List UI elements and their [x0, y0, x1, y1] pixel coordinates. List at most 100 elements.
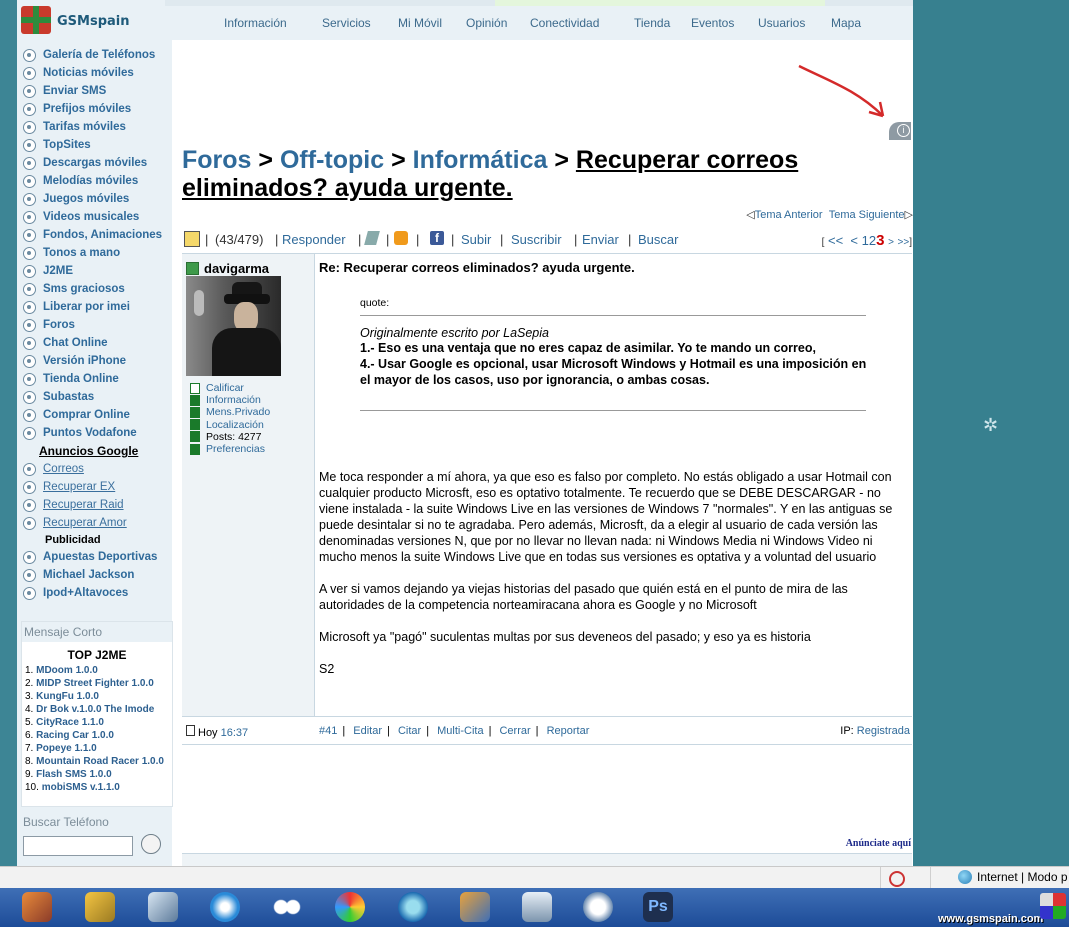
ad-link[interactable]: Correos: [23, 460, 162, 478]
next-thread-link[interactable]: Tema Siguiente: [829, 209, 905, 221]
sidebar-item[interactable]: Melodías móviles: [23, 172, 162, 190]
ad-link[interactable]: Recuperar Raid: [23, 496, 162, 514]
sidebar-item[interactable]: Galería de Teléfonos: [23, 46, 162, 64]
list-item[interactable]: 2. MIDP Street Fighter 1.0.0: [25, 677, 172, 690]
app-icon[interactable]: [22, 892, 52, 922]
breadcrumb-offtopic[interactable]: Off-topic: [280, 146, 384, 174]
list-item[interactable]: 7. Popeye 1.1.0: [25, 742, 172, 755]
suscribir-link[interactable]: Suscribir: [511, 232, 562, 247]
breadcrumb-foros[interactable]: Foros: [182, 146, 251, 174]
down-arrow-icon[interactable]: [184, 231, 200, 247]
editar-link[interactable]: Editar: [353, 725, 382, 737]
sidebar-item[interactable]: Noticias móviles: [23, 64, 162, 82]
ad-link[interactable]: Recuperar Amor: [23, 514, 162, 532]
rss-icon[interactable]: [394, 231, 408, 245]
multi-cita-link[interactable]: Multi-Cita: [437, 725, 483, 737]
buscar-link[interactable]: Buscar: [638, 232, 678, 247]
pen-icon[interactable]: [148, 892, 178, 922]
user-menu-preferencias[interactable]: Preferencias: [190, 443, 270, 455]
list-item[interactable]: 3. KungFu 1.0.0: [25, 690, 172, 703]
sidebar-item[interactable]: Comprar Online: [23, 406, 162, 424]
sidebar-item[interactable]: Puntos Vodafone: [23, 424, 162, 442]
page-next[interactable]: >: [888, 237, 894, 248]
prev-thread-link[interactable]: Tema Anterior: [755, 209, 823, 221]
ip-registrada-link[interactable]: Registrada: [857, 725, 910, 737]
sidebar-item[interactable]: Michael Jackson: [23, 566, 162, 584]
list-item[interactable]: 9. Flash SMS 1.0.0: [25, 768, 172, 781]
page-2[interactable]: 2: [869, 233, 876, 248]
cerrar-link[interactable]: Cerrar: [499, 725, 530, 737]
nav-mapa[interactable]: Mapa: [831, 16, 861, 30]
media-icon[interactable]: [460, 892, 490, 922]
nav-conectividad[interactable]: Conectividad: [530, 16, 599, 30]
sidebar-item[interactable]: Tienda Online: [23, 370, 162, 388]
nav-informacion[interactable]: Información: [224, 16, 287, 30]
sidebar-item[interactable]: Liberar por imei: [23, 298, 162, 316]
monitor-icon[interactable]: [522, 892, 552, 922]
phone-search-input[interactable]: [23, 836, 133, 856]
sidebar-item[interactable]: Sms graciosos: [23, 280, 162, 298]
post-number-link[interactable]: #41: [319, 725, 337, 737]
sidebar-item[interactable]: Apuestas Deportivas: [23, 548, 162, 566]
sidebar-item[interactable]: Fondos, Animaciones: [23, 226, 162, 244]
nav-mi-movil[interactable]: Mi Móvil: [398, 16, 442, 30]
nav-eventos[interactable]: Eventos: [691, 16, 734, 30]
sidebar-item[interactable]: Chat Online: [23, 334, 162, 352]
list-item[interactable]: 5. CityRace 1.1.0: [25, 716, 172, 729]
privacy-icon[interactable]: [889, 871, 905, 887]
user-menu-mens-privado[interactable]: Mens.Privado: [190, 406, 270, 418]
teamviewer-icon[interactable]: [210, 892, 240, 922]
paint-icon[interactable]: [335, 892, 365, 922]
page-prev[interactable]: <: [850, 233, 858, 248]
globe-icon[interactable]: [583, 892, 613, 922]
responder-link[interactable]: Responder: [282, 232, 346, 247]
breadcrumb-informatica[interactable]: Informática: [413, 146, 548, 174]
ad-link[interactable]: Recuperar EX: [23, 478, 162, 496]
security-zone[interactable]: Internet | Modo p: [958, 870, 1068, 884]
sidebar-item[interactable]: Prefijos móviles: [23, 100, 162, 118]
enviar-link[interactable]: Enviar: [582, 232, 619, 247]
author-name[interactable]: davigarma: [186, 261, 269, 276]
sidebar-item[interactable]: Videos musicales: [23, 208, 162, 226]
list-item[interactable]: 1. MDoom 1.0.0: [25, 664, 172, 677]
photoshop-icon[interactable]: Ps: [643, 892, 673, 922]
sidebar-item[interactable]: Juegos móviles: [23, 190, 162, 208]
sidebar-item[interactable]: TopSites: [23, 136, 162, 154]
list-item[interactable]: 10. mobiSMS v.1.1.0: [25, 781, 172, 794]
page-first[interactable]: <<: [828, 233, 843, 248]
user-menu-calificar[interactable]: Calificar: [190, 382, 270, 394]
nav-usuarios[interactable]: Usuarios: [758, 16, 805, 30]
sidebar-item[interactable]: Descargas móviles: [23, 154, 162, 172]
sidebar-item[interactable]: Foros: [23, 316, 162, 334]
list-item[interactable]: 4. Dr Bok v.1.0.0 The Imode: [25, 703, 172, 716]
mensaje-corto-title: Mensaje Corto: [22, 622, 172, 642]
sidebar-item[interactable]: Subastas: [23, 388, 162, 406]
sidebar-item[interactable]: Versión iPhone: [23, 352, 162, 370]
browser-icon[interactable]: [398, 892, 428, 922]
sidebar-item[interactable]: Ipod+Altavoces: [23, 584, 162, 602]
page-1[interactable]: 1: [862, 233, 869, 248]
page-last[interactable]: >>: [898, 237, 910, 248]
search-icon[interactable]: [141, 834, 161, 854]
user-menu-localizacion[interactable]: Localización: [190, 419, 270, 431]
list-item[interactable]: 6. Racing Car 1.0.0: [25, 729, 172, 742]
site-logo[interactable]: GSMspain: [21, 4, 161, 36]
anunciate-link[interactable]: Anúnciate aquí: [846, 838, 911, 849]
sidebar-item[interactable]: Tonos a mano: [23, 244, 162, 262]
list-item[interactable]: 8. Mountain Road Racer 1.0.0: [25, 755, 172, 768]
nav-opinion[interactable]: Opinión: [466, 16, 507, 30]
sidebar-item[interactable]: J2ME: [23, 262, 162, 280]
subir-link[interactable]: Subir: [461, 232, 491, 247]
sidebar-item[interactable]: Tarifas móviles: [23, 118, 162, 136]
reportar-link[interactable]: Reportar: [547, 725, 590, 737]
nav-servicios[interactable]: Servicios: [322, 16, 371, 30]
facebook-icon[interactable]: f: [430, 231, 444, 245]
sidebar-item[interactable]: Enviar SMS: [23, 82, 162, 100]
network-icon[interactable]: [85, 892, 115, 922]
citar-link[interactable]: Citar: [398, 725, 421, 737]
nav-tienda[interactable]: Tienda: [634, 16, 670, 30]
user-menu-informacion[interactable]: Información: [190, 394, 270, 406]
eyes-icon[interactable]: [272, 892, 302, 922]
mobile-icon[interactable]: [364, 231, 380, 245]
info-icon[interactable]: [889, 122, 911, 140]
